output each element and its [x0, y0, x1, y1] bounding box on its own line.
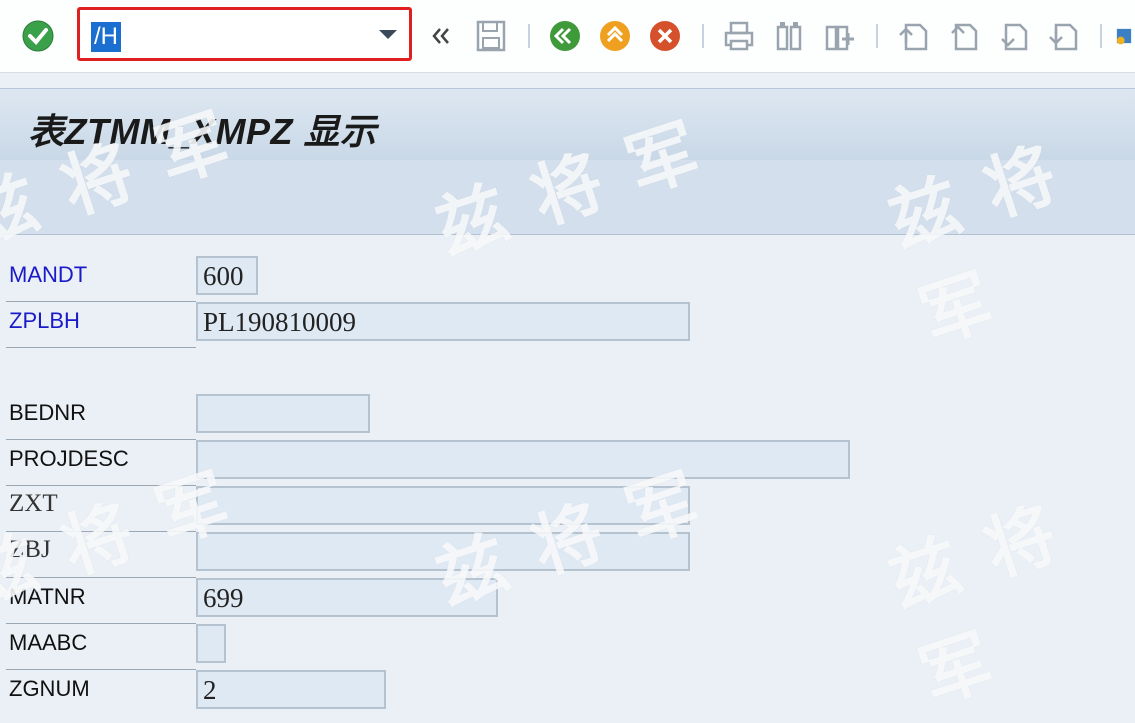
- application-toolbar: /H: [0, 0, 1135, 73]
- form-row-mandt: MANDT 600: [0, 256, 1135, 302]
- field-label-zplbh: ZPLBH: [9, 308, 80, 333]
- back-icon[interactable]: [547, 18, 583, 54]
- toolbar-separator: [876, 24, 878, 48]
- zplbh-field[interactable]: PL190810009: [196, 302, 690, 341]
- confirm-icon[interactable]: [20, 18, 56, 54]
- form-row-zxt: ZXT: [0, 486, 1135, 532]
- find-next-icon[interactable]: [821, 18, 857, 54]
- double-chevron-left-icon[interactable]: [423, 18, 459, 54]
- field-label-zbj: ZBJ: [9, 536, 51, 563]
- page-title: 表ZTMM_XMPZ 显示: [28, 111, 377, 152]
- form-row-bednr: BEDNR: [0, 394, 1135, 440]
- zgnum-field[interactable]: 2: [196, 670, 386, 709]
- field-label-matnr: MATNR: [9, 584, 86, 609]
- settings-icon[interactable]: [1113, 18, 1135, 54]
- chevron-down-icon[interactable]: [379, 30, 397, 39]
- form-row-zgnum: ZGNUM 2: [0, 670, 1135, 716]
- cancel-icon[interactable]: [647, 18, 683, 54]
- form-row-projdesc: PROJDESC: [0, 440, 1135, 486]
- mandt-field[interactable]: 600: [196, 256, 258, 295]
- last-page-icon[interactable]: [1045, 18, 1081, 54]
- exit-icon[interactable]: [597, 18, 633, 54]
- toolbar-separator: [1100, 24, 1102, 48]
- next-page-icon[interactable]: [995, 18, 1031, 54]
- command-field[interactable]: /H: [77, 7, 412, 61]
- form-row-maabc: MAABC: [0, 624, 1135, 670]
- application-toolbar-area: [0, 160, 1135, 235]
- zxt-field[interactable]: [196, 486, 690, 525]
- find-icon[interactable]: [771, 18, 807, 54]
- field-label-bednr: BEDNR: [9, 400, 87, 425]
- command-input[interactable]: /H: [91, 22, 121, 52]
- field-label-projdesc: PROJDESC: [9, 446, 129, 471]
- field-label-zxt: ZXT: [9, 490, 58, 517]
- field-label-maabc: MAABC: [9, 630, 88, 655]
- maabc-field[interactable]: [196, 624, 226, 663]
- zbj-field[interactable]: [196, 532, 690, 571]
- save-icon[interactable]: [473, 18, 509, 54]
- field-label-zgnum: ZGNUM: [9, 676, 90, 701]
- form-row-zplbh: ZPLBH PL190810009: [0, 302, 1135, 348]
- projdesc-field[interactable]: [196, 440, 850, 479]
- form-row-matnr: MATNR 699: [0, 578, 1135, 624]
- label-underline: [6, 347, 196, 348]
- previous-page-icon[interactable]: [945, 18, 981, 54]
- toolbar-separator: [702, 24, 704, 48]
- bednr-field[interactable]: [196, 394, 370, 433]
- field-label-mandt: MANDT: [9, 262, 88, 287]
- form-row-zbj: ZBJ: [0, 532, 1135, 578]
- title-bar: 表ZTMM_XMPZ 显示: [0, 88, 1135, 161]
- print-icon[interactable]: [721, 18, 757, 54]
- toolbar-separator: [528, 24, 530, 48]
- first-page-icon[interactable]: [895, 18, 931, 54]
- matnr-field[interactable]: 699: [196, 578, 498, 617]
